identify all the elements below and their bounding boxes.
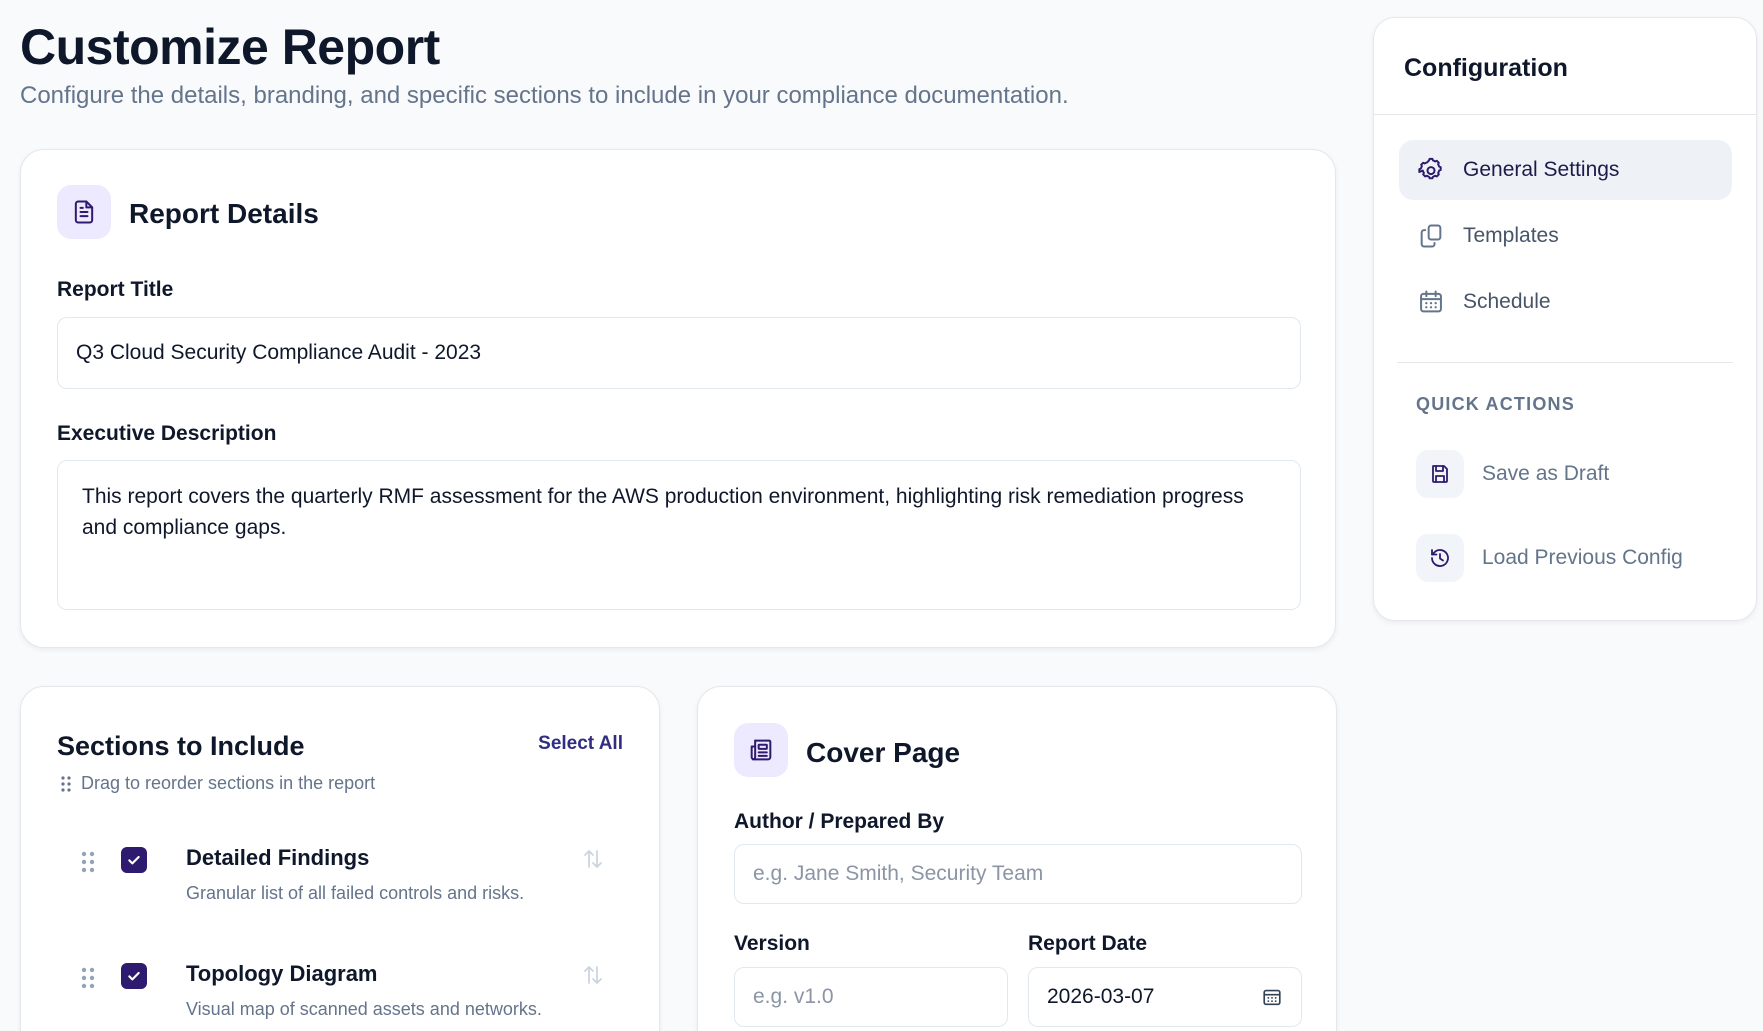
drag-handle-icon[interactable] bbox=[81, 967, 95, 989]
divider bbox=[1374, 114, 1756, 115]
executive-description-textarea[interactable]: This report covers the quarterly RMF ass… bbox=[57, 460, 1301, 610]
report-date-input[interactable]: 2026-03-07 bbox=[1028, 967, 1302, 1027]
document-icon bbox=[57, 185, 111, 239]
author-input[interactable]: e.g. Jane Smith, Security Team bbox=[734, 844, 1302, 904]
divider bbox=[1397, 362, 1733, 363]
save-icon bbox=[1416, 450, 1464, 498]
sections-card: Sections to Include Select All Drag to r… bbox=[20, 686, 660, 1031]
nav-item-label: General Settings bbox=[1463, 158, 1620, 181]
configuration-panel: Configuration General Settings Templates… bbox=[1373, 17, 1757, 621]
report-details-card: Report Details Report Title Q3 Cloud Sec… bbox=[20, 149, 1336, 648]
section-checkbox[interactable] bbox=[121, 847, 147, 873]
report-title-label: Report Title bbox=[57, 278, 174, 301]
page-subtitle: Configure the details, branding, and spe… bbox=[20, 82, 1069, 109]
sort-arrows-icon[interactable] bbox=[581, 963, 605, 987]
nav-item-general-settings[interactable]: General Settings bbox=[1399, 140, 1732, 200]
select-all-button[interactable]: Select All bbox=[538, 733, 623, 755]
nav-item-schedule[interactable]: Schedule bbox=[1399, 272, 1732, 332]
customize-report-page: Customize Report Configure the details, … bbox=[0, 0, 1763, 1031]
section-item-description: Visual map of scanned assets and network… bbox=[186, 999, 542, 1019]
drag-hint-text: Drag to reorder sections in the report bbox=[81, 773, 376, 793]
section-item-title: Detailed Findings bbox=[186, 845, 370, 870]
quick-actions-heading: QUICK ACTIONS bbox=[1416, 394, 1575, 414]
check-icon bbox=[128, 971, 140, 981]
cover-page-card: Cover Page Author / Prepared By e.g. Jan… bbox=[697, 686, 1337, 1031]
quick-action-label: Load Previous Config bbox=[1482, 546, 1683, 569]
section-item-description: Granular list of all failed controls and… bbox=[186, 883, 525, 903]
report-date-label: Report Date bbox=[1028, 932, 1148, 955]
nav-item-templates[interactable]: Templates bbox=[1399, 206, 1732, 266]
copy-icon bbox=[1420, 224, 1442, 248]
history-icon bbox=[1416, 534, 1464, 582]
sections-heading: Sections to Include bbox=[57, 731, 305, 761]
calendar-icon bbox=[1420, 290, 1442, 313]
version-input[interactable]: e.g. v1.0 bbox=[734, 967, 1008, 1027]
sort-arrows-icon[interactable] bbox=[581, 847, 605, 871]
drag-handle-icon[interactable] bbox=[81, 851, 95, 873]
nav-item-label: Schedule bbox=[1463, 290, 1551, 313]
configuration-title: Configuration bbox=[1404, 54, 1568, 82]
report-title-input[interactable]: Q3 Cloud Security Compliance Audit - 202… bbox=[57, 317, 1301, 389]
section-checkbox[interactable] bbox=[121, 963, 147, 989]
newspaper-icon bbox=[734, 723, 788, 777]
gear-icon bbox=[1418, 157, 1442, 180]
version-label: Version bbox=[734, 932, 810, 955]
nav-item-label: Templates bbox=[1463, 224, 1559, 247]
executive-description-label: Executive Description bbox=[57, 422, 277, 445]
check-icon bbox=[128, 855, 140, 865]
report-date-value: 2026-03-07 bbox=[1047, 985, 1155, 1008]
load-previous-config-button[interactable]: Load Previous Config bbox=[1416, 534, 1683, 582]
list-item[interactable]: Topology Diagram Visual map of scanned a… bbox=[81, 957, 641, 1031]
section-item-title: Topology Diagram bbox=[186, 961, 378, 986]
cover-page-heading: Cover Page bbox=[806, 737, 961, 768]
save-as-draft-button[interactable]: Save as Draft bbox=[1416, 450, 1609, 498]
report-details-heading: Report Details bbox=[129, 198, 319, 229]
drag-hint: Drag to reorder sections in the report bbox=[61, 773, 375, 794]
author-label: Author / Prepared By bbox=[734, 810, 945, 833]
page-title: Customize Report bbox=[20, 19, 440, 75]
list-item[interactable]: Detailed Findings Granular list of all f… bbox=[81, 841, 641, 931]
quick-action-label: Save as Draft bbox=[1482, 462, 1610, 485]
calendar-icon[interactable] bbox=[1261, 986, 1283, 1008]
grip-icon bbox=[61, 775, 71, 792]
